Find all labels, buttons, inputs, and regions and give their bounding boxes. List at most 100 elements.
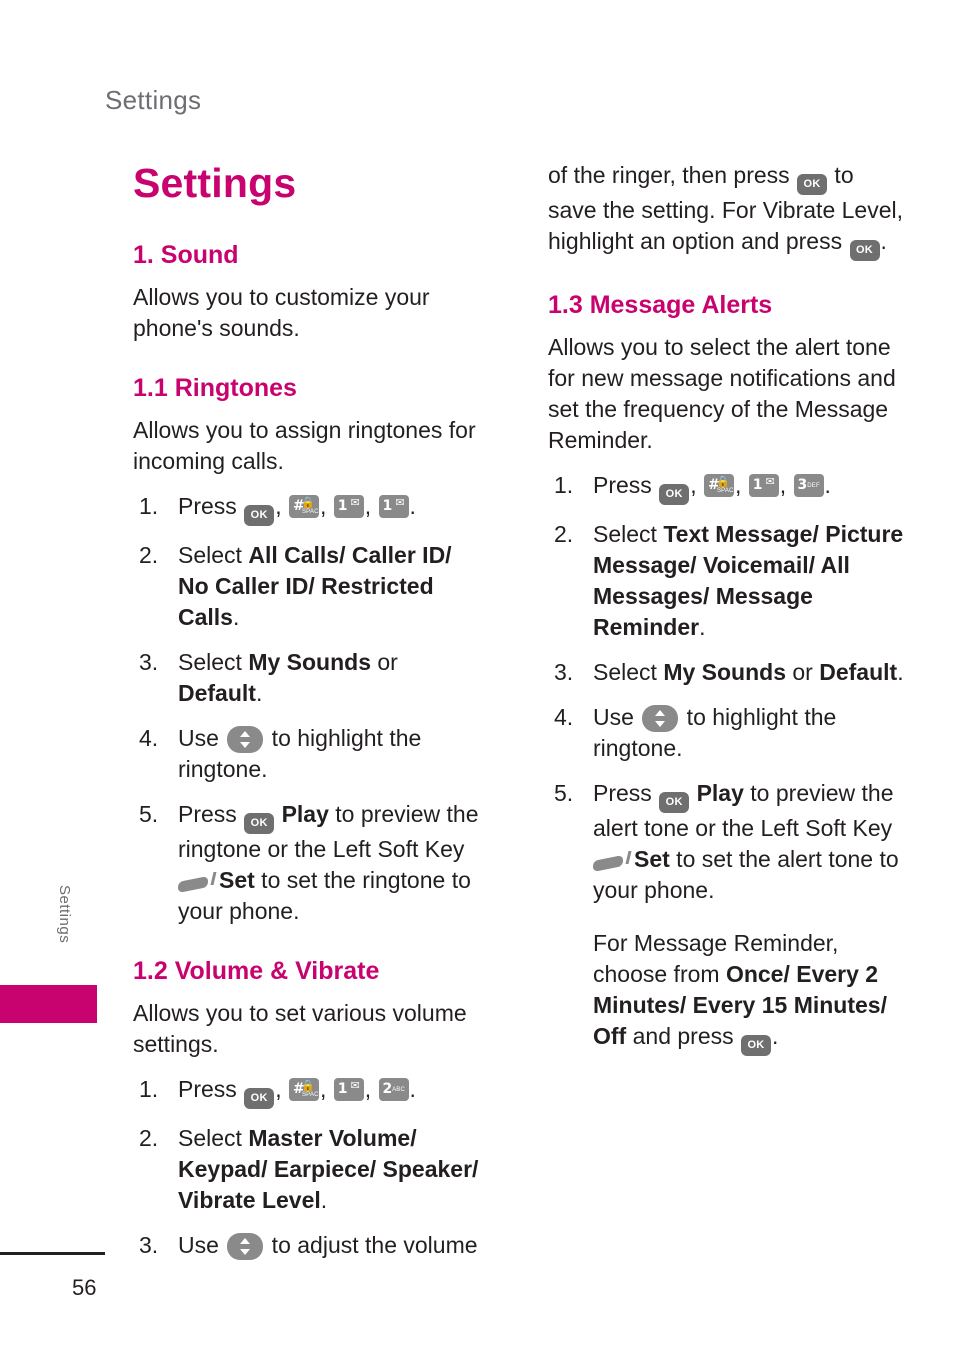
step-text: Select <box>593 659 664 685</box>
step-text: , <box>364 493 378 519</box>
softkey-label-play: Play <box>281 801 329 827</box>
section-heading-ringtones: 1.1 Ringtones <box>133 374 297 402</box>
volume-steps: 1. Press OK, # 🔒 SPACE, 1 ✉, 2 ABC. 2. Select … <box>133 1074 483 1261</box>
section-ringtones-body: Allows you to assign ringtones for incom… <box>133 417 476 474</box>
one-key-glyph: 1 <box>752 477 763 493</box>
step-text: Select <box>178 542 249 568</box>
step-text: . <box>320 1187 328 1213</box>
page-number: 56 <box>72 1275 97 1300</box>
step-text: , <box>690 472 703 498</box>
side-tab-marker <box>0 985 97 1023</box>
ok-key-icon: OK <box>244 505 275 526</box>
three-key-sublabel: DEF <box>807 483 820 489</box>
one-key-icon: 1 ✉ <box>748 474 779 497</box>
running-head: Settings <box>105 85 202 115</box>
step-text: , <box>779 472 793 498</box>
hash-space-key-icon: # 🔒 SPACE <box>288 495 323 518</box>
section-heading-sound: 1. Sound <box>133 241 239 269</box>
step-number: 2. <box>139 1125 159 1151</box>
step-text: Select <box>178 649 249 675</box>
step-text: Press <box>178 1076 244 1102</box>
step-number: 4. <box>554 704 574 730</box>
left-soft-key-icon <box>593 851 632 873</box>
step-text: , <box>275 493 288 519</box>
step-text: Select <box>178 1125 249 1151</box>
step-text: Press <box>593 780 659 806</box>
menu-option: My Sounds <box>663 659 786 685</box>
menu-option: Default <box>819 659 898 685</box>
message-reminder-paragraph: For Message Reminder, choose from Once/ … <box>548 928 908 1056</box>
ok-key-icon: OK <box>659 484 690 505</box>
hash-space-key-icon: # 🔒 SPACE <box>703 474 738 497</box>
hash-space-key-icon: # 🔒 SPACE <box>288 1078 323 1101</box>
voicemail-icon: ✉ <box>350 497 360 509</box>
step-number: 5. <box>554 780 574 806</box>
page-title: Settings <box>133 160 297 206</box>
two-key-sublabel: ABC <box>392 1087 405 1093</box>
step-text: . <box>232 604 240 630</box>
softkey-label-play: Play <box>696 780 744 806</box>
step-text: or <box>371 649 398 675</box>
step-number: 5. <box>139 801 159 827</box>
section-sound-body: Allows you to customize your phone's sou… <box>133 284 430 341</box>
list-item: 1. Press OK, # 🔒 SPACE, 1 ✉, 3 DEF. <box>548 470 908 505</box>
list-item: 1. Press OK, # 🔒 SPACE, 1 ✉, 1 ✉. <box>133 491 483 526</box>
list-item: 3. Use to adjust the volume <box>133 1230 483 1261</box>
step-text: . <box>824 472 831 498</box>
step-text: to adjust the volume <box>265 1232 478 1258</box>
list-item: 3. Select My Sounds or Default. <box>548 657 908 688</box>
ringtones-steps: 1. Press OK, # 🔒 SPACE, 1 ✉, 1 ✉. 2. Select Al… <box>133 491 483 927</box>
ok-key-icon: OK <box>797 174 828 195</box>
ok-key-icon: OK <box>244 813 275 834</box>
step-text: Press <box>593 472 659 498</box>
continued-text: . <box>880 228 887 254</box>
hash-key-sublabel: SPACE <box>301 509 323 515</box>
softkey-label-set: Set <box>634 846 670 872</box>
step-number: 3. <box>139 649 159 675</box>
step-number: 1. <box>139 1076 159 1102</box>
step-text: , <box>734 472 748 498</box>
three-key-icon: 3 DEF <box>793 474 824 497</box>
continued-text: of the ringer, then press <box>548 162 797 188</box>
footer-divider <box>0 1252 105 1255</box>
list-item: 2. Select Master Volume/ Keypad/ Earpiece… <box>133 1123 483 1216</box>
side-tab-label: Settings <box>56 885 73 944</box>
list-item: 3. Select My Sounds or Default. <box>133 647 483 709</box>
step-text: Use <box>593 704 641 730</box>
menu-option: Default <box>178 680 256 706</box>
ok-key-icon: OK <box>659 792 690 813</box>
voicemail-icon: ✉ <box>395 497 405 509</box>
right-column: of the ringer, then press OK to save the… <box>548 160 908 1070</box>
ok-key-icon: OK <box>244 1088 275 1109</box>
list-item: 1. Press OK, # 🔒 SPACE, 1 ✉, 2 ABC. <box>133 1074 483 1109</box>
step-text: , <box>275 1076 288 1102</box>
reminder-text: and press <box>626 1023 741 1049</box>
one-key-glyph: 1 <box>382 498 393 514</box>
step-text: or <box>786 659 820 685</box>
navigation-key-icon <box>227 726 264 753</box>
step-text: . <box>409 493 416 519</box>
step-text: , <box>364 1076 378 1102</box>
list-item: 5. Press OK Play to preview the alert ton… <box>548 778 908 906</box>
list-item: 5. Press OK Play to preview the ringtone … <box>133 799 483 927</box>
softkey-label-set: Set <box>219 867 255 893</box>
step-text: , <box>319 1076 333 1102</box>
step-number: 3. <box>554 659 574 685</box>
list-item: 4. Use to highlight the ringtone. <box>133 723 483 785</box>
continued-paragraph: of the ringer, then press OK to save the… <box>548 160 908 261</box>
step-number: 2. <box>554 521 574 547</box>
menu-option: My Sounds <box>248 649 371 675</box>
section-message-alerts-body: Allows you to select the alert tone for … <box>548 334 896 453</box>
list-item: 2. Select All Calls/ Caller ID/ No Caller… <box>133 540 483 633</box>
reminder-text: . <box>772 1023 779 1049</box>
step-text: Select <box>593 521 664 547</box>
list-item: 2. Select Text Message/ Picture Message/ … <box>548 519 908 643</box>
hash-key-sublabel: SPACE <box>301 1092 323 1098</box>
hash-key-sublabel: SPACE <box>716 488 738 494</box>
step-text: Use <box>178 1232 226 1258</box>
one-key-icon: 1 ✉ <box>333 1078 364 1101</box>
section-volume-body: Allows you to set various volume setting… <box>133 1000 467 1057</box>
voicemail-icon: ✉ <box>350 1080 360 1092</box>
step-number: 2. <box>139 542 159 568</box>
page: Settings Settings 56 Settings 1. Sound A… <box>0 0 954 1371</box>
